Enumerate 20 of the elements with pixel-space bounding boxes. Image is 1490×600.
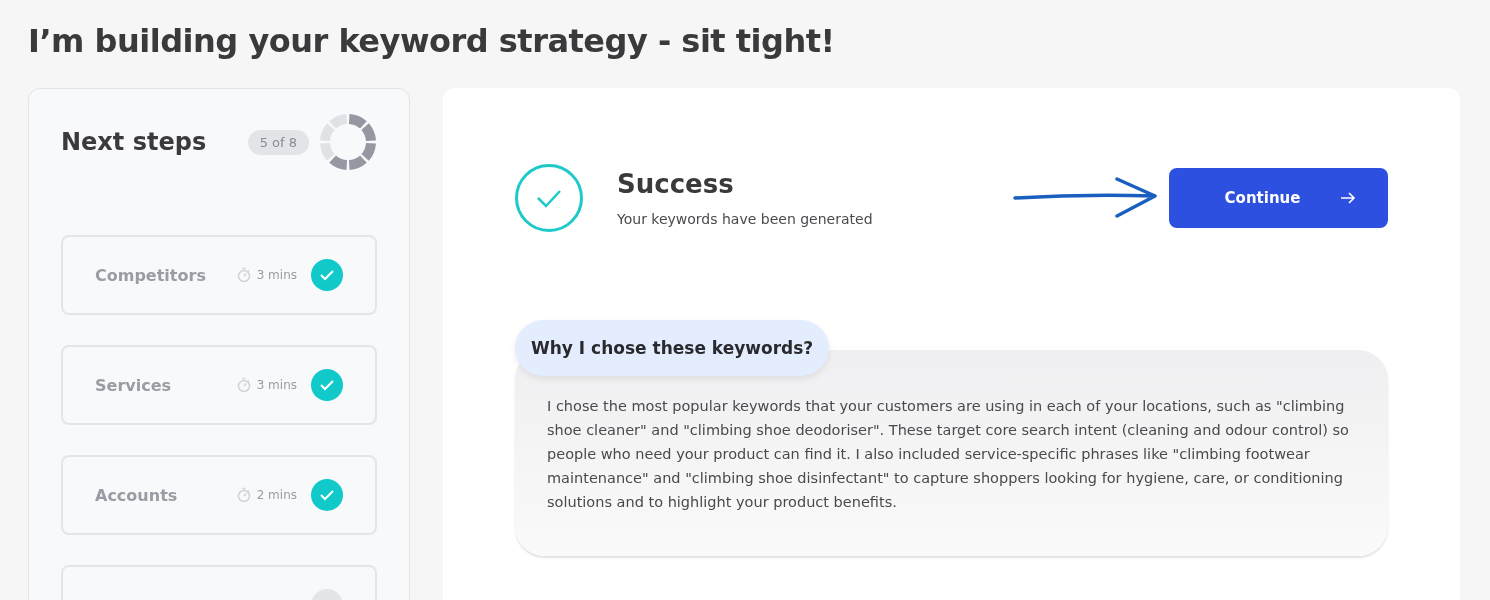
step-label: Accounts <box>95 485 179 505</box>
status-title: Success <box>617 169 735 199</box>
success-check-icon <box>515 164 583 232</box>
status-message: Your keywords have been generated <box>617 211 874 227</box>
page-title: I’m building your keyword strategy - sit tight! <box>28 22 836 60</box>
arrow-right-icon <box>1340 191 1357 205</box>
step-card[interactable]: Accounts 2 mins <box>61 455 377 535</box>
continue-button[interactable]: Continue <box>1169 168 1388 228</box>
step-card[interactable]: Services 3 mins <box>61 345 377 425</box>
step-label: Services <box>95 375 173 395</box>
step-count-badge: 5 of 8 <box>247 129 309 155</box>
stopwatch-icon <box>236 267 251 283</box>
sidebar-title: Next steps <box>61 128 208 156</box>
stopwatch-icon <box>236 487 251 503</box>
step-duration: 3 mins <box>256 378 297 392</box>
step-label: Competitors <box>95 265 207 285</box>
stopwatch-icon <box>236 377 251 393</box>
step-card[interactable]: Competitors 3 mins <box>61 235 377 315</box>
step-duration: 2 mins <box>256 488 297 502</box>
step-duration: 3 mins <box>256 268 297 282</box>
